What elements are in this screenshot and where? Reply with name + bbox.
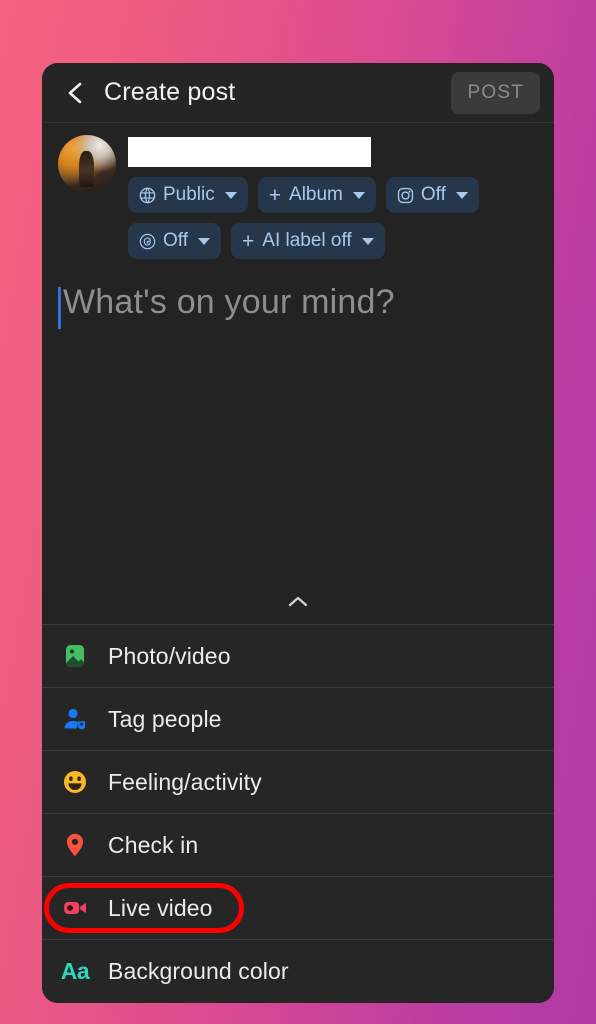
photo-video-icon [60,641,90,671]
chip-label: Public [163,184,215,205]
chevron-down-icon [455,191,468,199]
chip-row: Public + Album Off [128,177,540,213]
audience-chip-group: Public + Album Off Off + AI label off [128,177,540,259]
chevron-down-icon [198,237,210,245]
option-label: Live video [108,894,213,921]
globe-icon [139,187,156,204]
feeling-activity-icon [60,767,90,797]
option-check-in[interactable]: Check in [42,814,554,877]
instagram-icon [397,187,414,204]
option-live-video[interactable]: Live video [42,877,554,940]
plus-icon: + [268,183,282,207]
chevron-left-icon [64,81,86,105]
tag-people-icon [60,704,90,734]
collapse-sheet-button[interactable] [42,580,554,624]
page-title: Create post [104,78,236,106]
identity-row: Public + Album Off Off + AI label off [58,135,540,269]
chip-label: Off [163,230,188,251]
option-photo-video[interactable]: Photo/video [42,625,554,688]
option-label: Photo/video [108,642,231,669]
text-cursor [58,287,61,329]
create-post-screen: Create post POST Public + Album Off Off … [42,63,554,1003]
live-video-icon [60,893,90,923]
composer-area: Public + Album Off Off + AI label off Wh… [42,123,554,580]
background-color-icon: Aa [60,957,90,987]
instagram-share-chip[interactable]: Off [385,177,479,213]
chevron-down-icon [224,191,237,199]
identity-details: Public + Album Off Off + AI label off [128,135,540,269]
ai-label-chip[interactable]: + AI label off [231,223,385,259]
option-label: Tag people [108,705,222,732]
post-options-list: Photo/video Tag people Feeling/activity … [42,624,554,1003]
avatar[interactable] [58,135,116,193]
location-pin-icon [60,830,90,860]
album-chip[interactable]: + Album [257,177,376,213]
chevron-up-icon [287,595,309,609]
chip-label: AI label off [262,230,352,251]
option-label: Background color [108,958,289,984]
chip-label: Album [289,184,343,205]
back-button[interactable] [58,76,92,110]
option-tag-people[interactable]: Tag people [42,688,554,751]
chevron-down-icon [361,237,374,245]
chevron-down-icon [352,191,365,199]
username-redaction-bar [128,137,371,167]
post-text-input[interactable]: What's on your mind? [58,269,540,580]
aa-glyph: Aa [60,958,90,984]
option-label: Check in [108,831,199,858]
audience-chip-public[interactable]: Public [128,177,248,213]
threads-icon [139,233,156,250]
chip-label: Off [420,184,446,205]
option-label: Feeling/activity [108,768,262,795]
post-button[interactable]: POST [451,71,540,114]
post-text-placeholder: What's on your mind? [63,283,395,321]
option-feeling-activity[interactable]: Feeling/activity [42,751,554,814]
chip-row: Off + AI label off [128,223,540,259]
threads-share-chip[interactable]: Off [128,223,221,259]
option-background-color[interactable]: Aa Background color [42,940,554,1003]
top-app-bar: Create post POST [42,63,554,123]
plus-icon: + [242,229,255,253]
